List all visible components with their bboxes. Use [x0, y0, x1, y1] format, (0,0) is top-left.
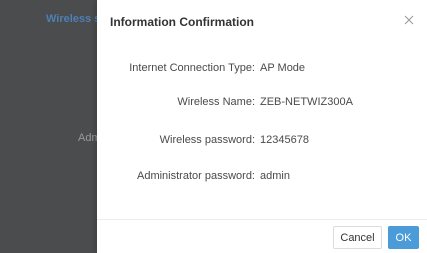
wireless-password-value: 12345678	[260, 134, 309, 146]
info-row-connection-type: Internet Connection Type: AP Mode	[97, 62, 427, 80]
close-icon[interactable]	[403, 14, 415, 26]
footer-divider	[97, 219, 427, 220]
dialog-body: Internet Connection Type: AP Mode Wirele…	[97, 44, 427, 218]
administrator-password-value: admin	[260, 170, 290, 182]
ok-button[interactable]: OK	[388, 226, 419, 249]
info-row-wireless-password: Wireless password: 12345678	[97, 134, 427, 152]
connection-type-label: Internet Connection Type:	[129, 62, 255, 74]
dialog-header: Information Confirmation	[97, 0, 427, 44]
background-page: Wireless s Adm	[0, 0, 100, 253]
background-wireless-link: Wireless s	[46, 13, 100, 25]
information-confirmation-dialog: Information Confirmation Internet Connec…	[97, 0, 427, 253]
wireless-name-value: ZEB-NETWIZ300A	[260, 96, 353, 108]
connection-type-value: AP Mode	[260, 62, 306, 74]
info-row-administrator-password: Administrator password: admin	[97, 170, 427, 188]
cancel-button[interactable]: Cancel	[333, 226, 382, 249]
wireless-password-label: Wireless password:	[159, 134, 255, 146]
dialog-title: Information Confirmation	[110, 15, 254, 29]
wireless-name-label: Wireless Name:	[177, 96, 255, 108]
info-row-wireless-name: Wireless Name: ZEB-NETWIZ300A	[97, 96, 427, 114]
administrator-password-label: Administrator password:	[137, 170, 255, 182]
